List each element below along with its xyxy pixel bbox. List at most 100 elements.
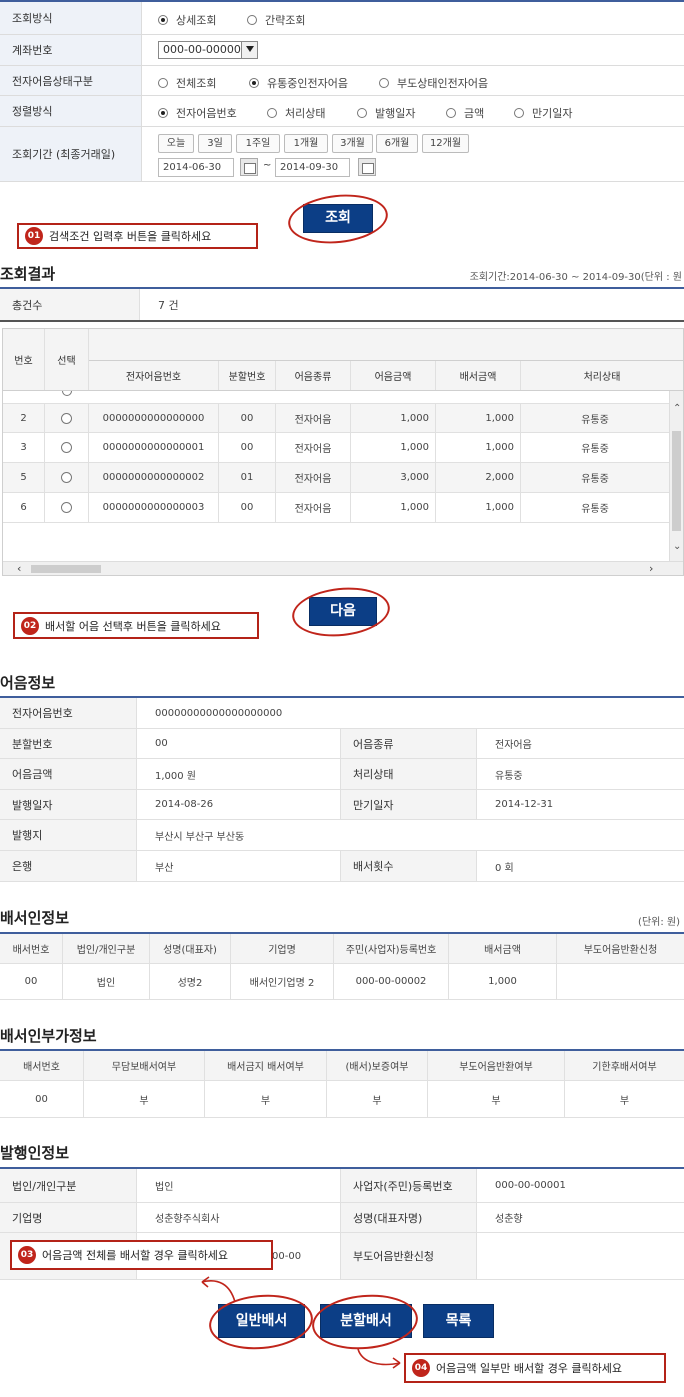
col-split: 분할번호 — [219, 361, 276, 390]
value-reg-no: 000-00-00001 — [495, 1180, 566, 1191]
period-1month-button[interactable]: 1개월 — [284, 134, 328, 153]
cell-amount: 3,000 — [351, 463, 436, 492]
col-guarantee: (배서)보증여부 — [327, 1051, 428, 1080]
vertical-scrollbar[interactable]: ⌃ ⌄ — [669, 391, 683, 561]
period-from-input[interactable]: 2014-06-30 — [158, 158, 234, 177]
cell-type: 전자어음 — [276, 433, 351, 462]
label-type: 어음종류 — [340, 729, 477, 758]
radio-dot-icon — [247, 15, 257, 25]
calendar-icon[interactable] — [240, 158, 258, 176]
cell-status: 유통중 — [581, 474, 609, 485]
note-info-title: 어음정보 — [0, 674, 56, 692]
info-row: 기업명 성춘향주식회사 성명(대표자명) 성춘향 — [0, 1203, 684, 1233]
label-company: 기업명 — [0, 1203, 137, 1232]
value-return-request — [477, 1233, 495, 1279]
row-radio[interactable] — [45, 493, 89, 522]
guide-note-3: 03 어음금액 전체를 배서할 경우 클릭하세요 — [10, 1240, 273, 1270]
value-status: 유통중 — [495, 770, 523, 782]
period-3months-button[interactable]: 3개월 — [332, 134, 373, 153]
step-number-badge: 01 — [25, 227, 43, 245]
cell-reg-no: 000-00-00002 — [334, 964, 449, 999]
scroll-thumb[interactable] — [672, 431, 681, 531]
cell-type: 전자어음 — [276, 493, 351, 522]
cell-prohibit: 부 — [205, 1081, 327, 1117]
highlight-oval — [285, 189, 391, 249]
grid-header: 번호 선택 전자어음번호 분할번호 어음종류 어음금액 배서금액 처리상태 — [3, 329, 683, 391]
value-type: 전자어음 — [495, 740, 532, 751]
info-row: 법인/개인구분 법인 사업자(주민)등록번호 000-00-00001 — [0, 1169, 684, 1203]
radio-sort-amount[interactable]: 금액 — [446, 105, 484, 121]
radio-detail[interactable]: 상세조회 — [158, 12, 216, 28]
cell-split: 00 — [219, 404, 276, 433]
col-no: 번호 — [3, 329, 45, 390]
cell-rep-name: 성명2 — [150, 964, 231, 999]
table-row[interactable]: 2 0000000000000000 00 전자어음 1,000 1,000 유… — [3, 403, 669, 433]
chevron-down-icon[interactable]: ⌄ — [673, 541, 681, 552]
row-inquiry-method: 조회방식 상세조회 간략조회 — [0, 2, 684, 35]
label-status: 처리상태 — [340, 759, 477, 789]
radio-dot-icon — [379, 78, 389, 88]
label-endorse-count: 배서횟수 — [340, 851, 477, 881]
radio-circulating[interactable]: 유통중인전자어음 — [249, 75, 348, 91]
guide-note-2: 02 배서할 어음 선택후 버튼을 클릭하세요 — [13, 612, 259, 639]
note-status-label: 전자어음상태구분 — [0, 66, 142, 95]
table-row[interactable]: 6 0000000000000003 00 전자어음 1,000 1,000 유… — [3, 493, 669, 523]
radio-sort-status[interactable]: 처리상태 — [267, 105, 325, 121]
period-3days-button[interactable]: 3일 — [198, 134, 232, 153]
period-today-button[interactable]: 오늘 — [158, 134, 194, 153]
account-select[interactable]: 000-00-00000 — [158, 41, 258, 59]
value-place: 부산시 부산구 부산동 — [155, 831, 245, 843]
period-to-input[interactable]: 2014-09-30 — [275, 158, 350, 177]
chevron-right-icon[interactable]: › — [649, 562, 653, 575]
value-due-date: 2014-12-31 — [495, 799, 554, 810]
inquiry-method-label: 조회방식 — [0, 2, 142, 34]
col-status: 처리상태 — [521, 361, 683, 390]
info-row: 발행일자 2014-08-26 만기일자 2014-12-31 — [0, 790, 684, 820]
table-row[interactable]: 3 0000000000000001 00 전자어음 1,000 1,000 유… — [3, 433, 669, 463]
radio-sort-issue-date[interactable]: 발행일자 — [357, 105, 415, 121]
radio-all[interactable]: 전체조회 — [158, 75, 216, 91]
radio-sort-due-date[interactable]: 만기일자 — [514, 105, 572, 121]
cell-late-endorse: 부 — [619, 1095, 630, 1107]
chevron-left-icon[interactable]: ‹ — [17, 562, 21, 575]
cell-note-no: 0000000000000002 — [89, 463, 219, 492]
cell-guarantee: 부 — [327, 1081, 428, 1117]
scroll-thumb[interactable] — [31, 565, 101, 573]
period-6months-button[interactable]: 6개월 — [376, 134, 418, 153]
col-select: 선택 — [45, 329, 89, 390]
step-number-badge: 04 — [412, 1359, 430, 1377]
radio-dot-icon — [158, 15, 168, 25]
period-1week-button[interactable]: 1주일 — [236, 134, 280, 153]
row-radio[interactable] — [45, 463, 89, 492]
account-label: 계좌번호 — [0, 35, 142, 65]
radio-dishonored[interactable]: 부도상태인전자어음 — [379, 75, 488, 91]
row-radio[interactable] — [45, 433, 89, 462]
chevron-down-icon — [241, 42, 257, 58]
horizontal-scrollbar[interactable]: ‹ › — [3, 561, 683, 575]
cell-endorse: 2,000 — [436, 463, 521, 492]
results-grid: 번호 선택 전자어음번호 분할번호 어음종류 어음금액 배서금액 처리상태 2 … — [2, 328, 684, 576]
col-rep-name: 성명(대표자) — [150, 934, 231, 963]
cell-no: 6 — [3, 493, 45, 522]
calendar-icon[interactable] — [358, 158, 376, 176]
table-row[interactable]: 5 0000000000000002 01 전자어음 3,000 2,000 유… — [3, 463, 669, 493]
cell-split: 00 — [219, 493, 276, 522]
endorser-info-title: 배서인정보 — [0, 909, 70, 927]
period-12months-button[interactable]: 12개월 — [422, 134, 469, 153]
info-row: 은행 부산 배서횟수 0 회 — [0, 851, 684, 882]
value-issue-date: 2014-08-26 — [155, 799, 214, 810]
cell-company: 배서인기업명 2 — [231, 964, 334, 999]
radio-icon — [61, 442, 72, 453]
list-button[interactable]: 목록 — [423, 1304, 494, 1338]
radio-simple[interactable]: 간략조회 — [247, 12, 305, 28]
cell-no: 2 — [3, 404, 45, 433]
col-type: 어음종류 — [276, 361, 351, 390]
cell-no-guarantee: 부 — [84, 1081, 205, 1117]
value-company: 성춘향주식회사 — [155, 1214, 220, 1225]
label-reg-no: 사업자(주민)등록번호 — [340, 1169, 477, 1202]
row-radio[interactable] — [45, 404, 89, 433]
value-amount: 1,000 원 — [155, 770, 197, 782]
col-amount: 어음금액 — [351, 361, 436, 390]
radio-sort-note-no[interactable]: 전자어음번호 — [158, 105, 237, 121]
chevron-up-icon[interactable]: ⌃ — [673, 403, 681, 414]
